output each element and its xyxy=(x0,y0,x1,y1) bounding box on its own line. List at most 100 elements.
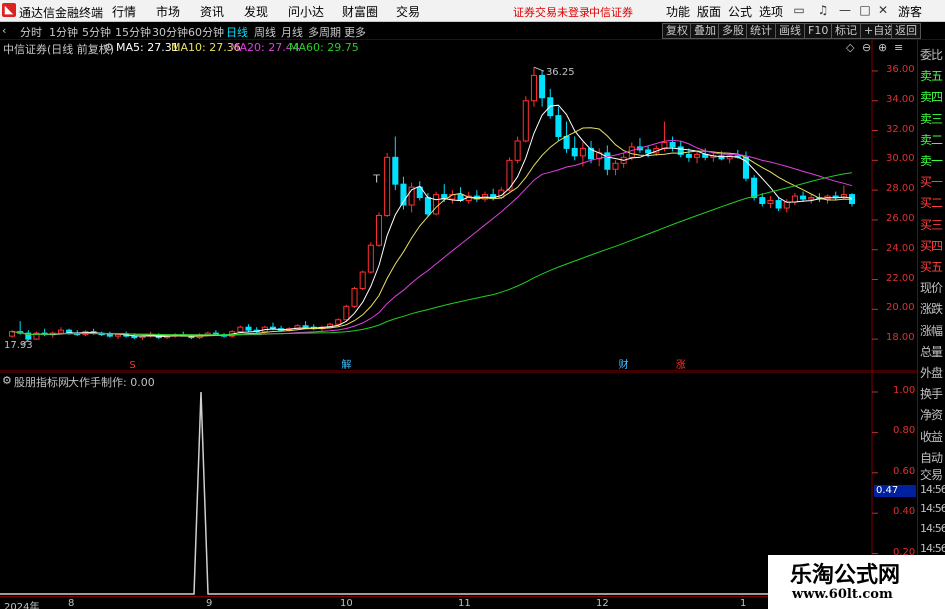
side-panel-item: 卖五 xyxy=(920,69,943,84)
candle-body xyxy=(114,334,122,337)
candle-body xyxy=(579,147,586,157)
period-1min[interactable]: 1分钟 xyxy=(49,24,78,40)
annotations-group: 36.2517.93TS解财涨S xyxy=(4,66,686,371)
period-30min[interactable]: 30分钟 xyxy=(152,24,188,40)
candle xyxy=(824,194,831,204)
candle xyxy=(375,212,383,247)
candle-body xyxy=(514,140,521,161)
menu-hangqing[interactable]: 行情 xyxy=(112,3,136,20)
period-fenshi[interactable]: 分时 xyxy=(20,24,42,40)
side-panel-item: 卖一 xyxy=(920,154,943,168)
back-button[interactable]: 返回 xyxy=(891,23,921,39)
candle xyxy=(612,160,619,176)
candles-group xyxy=(8,67,856,341)
period-multi[interactable]: 多周期 xyxy=(308,24,341,40)
broker-name[interactable]: 中信证券 xyxy=(589,4,633,20)
event-marker: 涨 xyxy=(676,359,686,371)
menu-xuanxiang[interactable]: 选项 xyxy=(759,3,783,20)
indicator-line xyxy=(0,391,872,595)
mark-button[interactable]: 标记 xyxy=(831,23,861,39)
candle-body xyxy=(392,156,399,185)
candle-body xyxy=(685,153,692,158)
candle-body xyxy=(384,156,391,216)
watermark-url: www.60lt.com xyxy=(792,587,893,602)
sub-gridlines xyxy=(872,391,878,555)
t-mark: T xyxy=(372,173,380,186)
menu-zixun[interactable]: 资讯 xyxy=(200,3,224,20)
side-panel-item: 收益 xyxy=(920,429,943,444)
screen-icon[interactable]: ▭ xyxy=(790,1,808,19)
period-daily[interactable]: 日线 xyxy=(226,24,248,40)
candle xyxy=(539,70,546,107)
candle-body xyxy=(237,326,244,333)
candle xyxy=(596,148,603,167)
menu-shichang[interactable]: 市场 xyxy=(156,3,180,20)
candle xyxy=(310,324,317,331)
guest-label[interactable]: 游客 xyxy=(898,3,922,20)
side-panel-item: 交易 xyxy=(920,467,943,482)
period-monthly[interactable]: 月线 xyxy=(281,24,303,40)
watermark-name: 乐淘公式网 xyxy=(790,563,901,588)
candle xyxy=(791,193,798,206)
trade-login-status[interactable]: 证券交易未登录 xyxy=(513,4,590,20)
candle-body xyxy=(375,214,383,246)
candle-body xyxy=(343,305,350,321)
menu-wenxiaoda[interactable]: 问小达 xyxy=(288,3,324,20)
candle-body xyxy=(751,177,758,199)
ma20-line xyxy=(11,139,853,336)
candle-body xyxy=(367,244,374,273)
price-tick-label: 28.00 xyxy=(886,183,915,195)
overlay-button[interactable]: 叠加 xyxy=(690,23,720,39)
candle xyxy=(555,106,562,141)
multi-stock-button[interactable]: 多股 xyxy=(718,23,748,39)
ma5-line xyxy=(11,104,853,337)
price-tick-label: 18.00 xyxy=(886,332,915,344)
candle xyxy=(522,96,529,143)
maximize-icon[interactable]: □ xyxy=(856,1,874,19)
period-more[interactable]: 更多 xyxy=(344,24,366,40)
stats-button[interactable]: 统计 xyxy=(746,23,776,39)
candle-body xyxy=(433,194,440,215)
period-weekly[interactable]: 周线 xyxy=(254,24,276,40)
bell-icon[interactable]: ♫ xyxy=(814,1,832,19)
period-5min[interactable]: 5分钟 xyxy=(82,24,111,40)
minimize-icon[interactable]: — xyxy=(836,1,854,19)
menu-gongneng[interactable]: 功能 xyxy=(666,3,690,20)
adjust-button[interactable]: 复权 xyxy=(662,23,692,39)
side-panel-item: 自动 xyxy=(920,450,943,465)
trade-time: 14:56 xyxy=(920,502,945,516)
high-label: 36.25 xyxy=(546,67,575,78)
candle xyxy=(800,191,807,203)
f10-button[interactable]: F10 xyxy=(804,23,833,39)
title-bar: ◣ 通达信金融终端 行情 市场 资讯 发现 问小达 财富圈 交易 证券交易未登录… xyxy=(0,0,945,22)
menu-jiaoyi[interactable]: 交易 xyxy=(396,3,420,20)
candle xyxy=(302,321,309,329)
candle-body xyxy=(571,147,578,157)
menu-faxian[interactable]: 发现 xyxy=(244,3,268,20)
candle xyxy=(33,331,40,340)
price-tick-label: 30.00 xyxy=(886,153,915,165)
candle xyxy=(530,67,537,107)
sub-tick-label: 1.00 xyxy=(893,385,916,396)
side-panel-item: 买三 xyxy=(920,217,943,232)
price-tick-label: 26.00 xyxy=(886,212,915,224)
toolbar-expand-icon[interactable]: ‹ xyxy=(2,24,6,37)
side-panel-item: 卖三 xyxy=(920,111,943,126)
candle-body xyxy=(783,201,790,209)
menu-banmian[interactable]: 版面 xyxy=(697,3,721,20)
candle xyxy=(408,182,415,213)
ma10-line xyxy=(11,127,853,337)
price-tick-label: 22.00 xyxy=(886,272,915,284)
close-icon[interactable]: ✕ xyxy=(874,1,892,19)
draw-button[interactable]: 画线 xyxy=(775,23,805,39)
sub-tick-label: 0.80 xyxy=(893,425,916,437)
candle xyxy=(351,286,358,308)
period-15min[interactable]: 15分钟 xyxy=(115,24,151,40)
candle-body xyxy=(808,197,815,200)
candlestick-chart[interactable]: 36.2517.93TS解财涨S xyxy=(0,40,917,372)
high-pointer xyxy=(533,66,545,72)
menu-caifuquan[interactable]: 财富圈 xyxy=(342,3,378,20)
menu-gongshi[interactable]: 公式 xyxy=(728,3,752,20)
candle-body xyxy=(530,74,537,102)
period-60min[interactable]: 60分钟 xyxy=(188,24,224,40)
